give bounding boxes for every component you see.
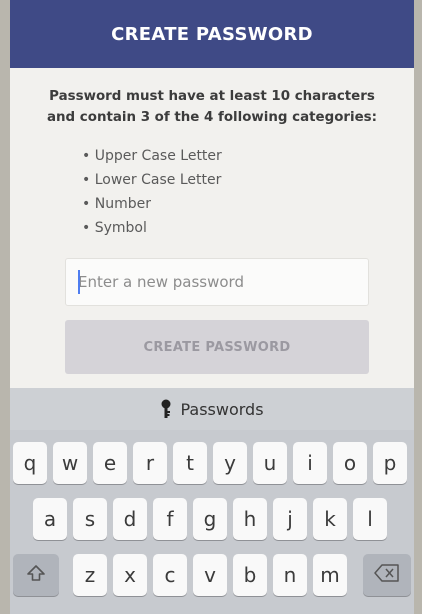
- password-form: Password must have at least 10 character…: [10, 68, 414, 388]
- suggestion-label: Passwords: [180, 399, 264, 419]
- page-title: CREATE PASSWORD: [111, 23, 313, 45]
- app-screen: CREATE PASSWORD Password must have at le…: [10, 0, 414, 614]
- category-item: Symbol: [82, 216, 222, 240]
- new-password-input[interactable]: [65, 258, 369, 306]
- category-list: Upper Case Letter Lower Case Letter Numb…: [82, 144, 222, 240]
- text-cursor: [78, 270, 80, 294]
- requirements-line-1: Password must have at least 10 character…: [49, 89, 375, 104]
- key-a[interactable]: a: [33, 498, 67, 540]
- keyboard-row-3: z x c v b n m: [10, 554, 414, 598]
- key-k[interactable]: k: [313, 498, 347, 540]
- key-n[interactable]: n: [273, 554, 307, 596]
- requirements-line-2: and contain 3 of the 4 following categor…: [46, 110, 378, 125]
- key-i[interactable]: i: [293, 442, 327, 484]
- shift-key[interactable]: [13, 554, 59, 596]
- key-v[interactable]: v: [193, 554, 227, 596]
- key-c[interactable]: c: [153, 554, 187, 596]
- key-z[interactable]: z: [73, 554, 107, 596]
- shift-icon: [26, 563, 46, 588]
- key-d[interactable]: d: [113, 498, 147, 540]
- password-requirements: Password must have at least 10 character…: [16, 86, 408, 128]
- key-l[interactable]: l: [353, 498, 387, 540]
- key-m[interactable]: m: [313, 554, 347, 596]
- key-f[interactable]: f: [153, 498, 187, 540]
- keyboard-row-1: q w e r t y u i o p: [10, 442, 414, 486]
- key-h[interactable]: h: [233, 498, 267, 540]
- password-autofill-suggestion[interactable]: Passwords: [10, 388, 414, 430]
- key-x[interactable]: x: [113, 554, 147, 596]
- key-o[interactable]: o: [333, 442, 367, 484]
- category-item: Number: [82, 192, 222, 216]
- backspace-icon: [374, 563, 400, 587]
- key-p[interactable]: p: [373, 442, 407, 484]
- keyboard-row-2: a s d f g h j k l: [10, 498, 414, 542]
- key-g[interactable]: g: [193, 498, 227, 540]
- key-e[interactable]: e: [93, 442, 127, 484]
- key-w[interactable]: w: [53, 442, 87, 484]
- page-header: CREATE PASSWORD: [10, 0, 414, 68]
- key-u[interactable]: u: [253, 442, 287, 484]
- category-item: Upper Case Letter: [82, 144, 222, 168]
- create-password-button[interactable]: CREATE PASSWORD: [65, 320, 369, 374]
- key-t[interactable]: t: [173, 442, 207, 484]
- key-y[interactable]: y: [213, 442, 247, 484]
- delete-key[interactable]: [363, 554, 411, 596]
- key-s[interactable]: s: [73, 498, 107, 540]
- key-q[interactable]: q: [13, 442, 47, 484]
- category-item: Lower Case Letter: [82, 168, 222, 192]
- ios-keyboard: Passwords q w e r t y u i o p a s d f g …: [10, 388, 414, 614]
- key-j[interactable]: j: [273, 498, 307, 540]
- key-r[interactable]: r: [133, 442, 167, 484]
- key-b[interactable]: b: [233, 554, 267, 596]
- key-icon: [160, 399, 172, 419]
